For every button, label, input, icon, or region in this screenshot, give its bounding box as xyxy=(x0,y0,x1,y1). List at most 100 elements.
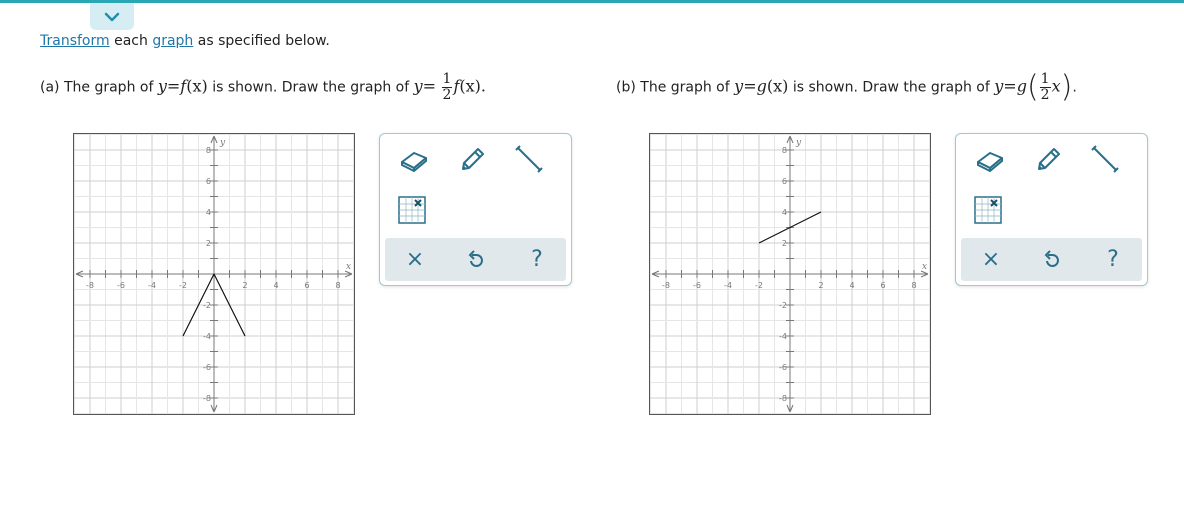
part-b-prompt: (b) The graph of y=g(x) is shown. Draw t… xyxy=(616,72,1077,103)
grid-point-tool-button[interactable] xyxy=(968,192,1008,228)
part-a-eq2-eq: = xyxy=(422,76,437,96)
eraser-icon xyxy=(977,152,1003,172)
graph-a-x-tick-label: 2 xyxy=(242,281,247,290)
top-accent-bar xyxy=(0,0,1184,3)
part-b-eq2-func: g xyxy=(1016,76,1027,96)
part-a-eq1-arg: (x) xyxy=(186,76,208,96)
part-b-eq1-lhs: y xyxy=(734,76,744,96)
part-b-end-punct: . xyxy=(1072,79,1077,96)
undo-icon xyxy=(1044,249,1059,267)
part-b-right-paren: ) xyxy=(1060,69,1073,105)
graph-a-y-tick-label: 6 xyxy=(206,177,211,186)
part-b-eq1-func: g xyxy=(756,76,767,96)
graph-a-y-tick-label: -2 xyxy=(203,301,211,310)
graph-b-y-tick-label: 8 xyxy=(782,146,787,155)
part-b-eq1-arg: (x) xyxy=(766,76,789,96)
pencil-icon xyxy=(1037,148,1060,171)
graph-b[interactable]: -8 -6 -4 -2 2 4 6 8 8 6 4 2 -2 -4 -6 -8 x y xyxy=(649,133,931,415)
graph-b-x-tick-label: 2 xyxy=(818,281,823,290)
grid-point-icon xyxy=(974,196,1002,224)
graph-b-x-tick-label: -8 xyxy=(662,281,670,290)
graph-a-x-tick-label: 6 xyxy=(304,281,309,290)
graph-b-x-tick-label: 4 xyxy=(849,281,854,290)
part-a-label: (a) xyxy=(40,79,60,96)
graph-a-x-axis-label: x xyxy=(346,262,351,272)
graph-a-x-tick-label: 8 xyxy=(335,281,340,290)
part-a-fraction: 12 xyxy=(441,71,453,103)
graph-a-x-tick-label: -2 xyxy=(179,281,187,290)
instructions-text-rest: as specified below. xyxy=(197,33,330,49)
graph-b-x-axis-label: x xyxy=(922,262,927,272)
clear-icon: × xyxy=(981,247,1001,272)
transform-link[interactable]: Transform xyxy=(40,33,110,49)
part-b-sentence2: is shown. Draw the graph of xyxy=(792,79,990,96)
graph-b-x-tick-label: 6 xyxy=(880,281,885,290)
part-b-eq1-eq: = xyxy=(743,76,757,96)
line-segment-icon xyxy=(1091,145,1119,173)
grid-point-tool-button[interactable] xyxy=(392,192,432,228)
part-b-frac-num: 1 xyxy=(1039,71,1051,88)
part-a-eq1-lhs: y xyxy=(157,76,167,96)
part-a-frac-den: 2 xyxy=(442,87,452,103)
help-button[interactable]: ? xyxy=(1083,238,1143,281)
toolbox-b-actions: × ? xyxy=(961,238,1142,281)
graph-b-x-tick-label: -2 xyxy=(755,281,763,290)
graph-a-y-tick-label: 4 xyxy=(206,208,211,217)
eraser-tool-button[interactable] xyxy=(970,142,1010,178)
part-a-frac-num: 1 xyxy=(441,71,453,88)
part-b-eq2-eq: = xyxy=(1003,76,1017,96)
graph-b-y-tick-label: -4 xyxy=(779,332,787,341)
graph-b-y-tick-label: -6 xyxy=(779,363,787,372)
clear-button[interactable]: × xyxy=(961,238,1021,281)
graph-a-y-tick-label: -6 xyxy=(203,363,211,372)
toolbox-b: × ? xyxy=(955,133,1148,286)
part-b-left-paren: ( xyxy=(1026,69,1039,105)
graph-a[interactable]: -8 -6 -4 -2 2 4 6 8 8 6 4 2 -2 -4 -6 -8 x y xyxy=(73,133,355,415)
help-icon: ? xyxy=(1107,247,1119,272)
graph-a-y-tick-label: -8 xyxy=(203,394,211,403)
instructions: Transform each graph as specified below. xyxy=(40,33,330,49)
collapse-toggle-button[interactable] xyxy=(90,3,134,30)
part-a-sentence2: is shown. Draw the graph of xyxy=(212,79,410,96)
graph-b-x-tick-label: 8 xyxy=(911,281,916,290)
clear-icon: × xyxy=(405,247,425,272)
toolbox-a-actions: × ? xyxy=(385,238,566,281)
part-b-label: (b) xyxy=(616,79,636,96)
graph-b-y-axis-label: y xyxy=(795,138,802,148)
part-b-sentence1: The graph of xyxy=(640,79,730,96)
eraser-tool-button[interactable] xyxy=(394,142,434,178)
graph-a-x-tick-label: -8 xyxy=(86,281,94,290)
graph-a-x-tick-label: 4 xyxy=(273,281,278,290)
part-b-fraction: 12 xyxy=(1039,71,1051,103)
part-a-eq1-eq: = xyxy=(166,76,181,96)
undo-button[interactable] xyxy=(446,238,506,281)
line-segment-tool-button[interactable] xyxy=(1086,142,1126,178)
line-segment-tool-button[interactable] xyxy=(510,142,550,178)
graph-a-x-tick-label: -6 xyxy=(117,281,125,290)
toolbox-a: × ? xyxy=(379,133,572,286)
graph-b-x-tick-label: -6 xyxy=(693,281,701,290)
clear-button[interactable]: × xyxy=(385,238,445,281)
instructions-text-each: each xyxy=(114,33,148,49)
grid-point-icon xyxy=(398,196,426,224)
undo-icon xyxy=(468,249,483,267)
graph-a-canvas[interactable]: -8 -6 -4 -2 2 4 6 8 8 6 4 2 -2 -4 -6 -8 x y xyxy=(74,134,354,414)
line-segment-icon xyxy=(515,145,543,173)
graph-a-x-tick-label: -4 xyxy=(148,281,156,290)
graph-b-x-tick-label: -4 xyxy=(724,281,732,290)
graph-a-y-tick-label: -4 xyxy=(203,332,211,341)
help-button[interactable]: ? xyxy=(507,238,567,281)
graph-link[interactable]: graph xyxy=(152,33,193,49)
part-a-eq2-arg: (x). xyxy=(459,76,486,96)
graph-b-y-tick-label: -8 xyxy=(779,394,787,403)
graph-a-y-axis-label: y xyxy=(219,138,226,148)
graph-b-canvas[interactable]: -8 -6 -4 -2 2 4 6 8 8 6 4 2 -2 -4 -6 -8 x y xyxy=(650,134,930,414)
eraser-icon xyxy=(401,152,427,172)
part-a-sentence1: The graph of xyxy=(63,79,154,96)
graph-b-y-tick-label: 2 xyxy=(782,239,787,248)
graph-a-y-tick-label: 2 xyxy=(206,239,211,248)
pencil-tool-button[interactable] xyxy=(1028,142,1068,178)
pencil-tool-button[interactable] xyxy=(452,142,492,178)
undo-button[interactable] xyxy=(1022,238,1082,281)
part-a-prompt: (a) The graph of y=f(x) is shown. Draw t… xyxy=(40,72,486,103)
